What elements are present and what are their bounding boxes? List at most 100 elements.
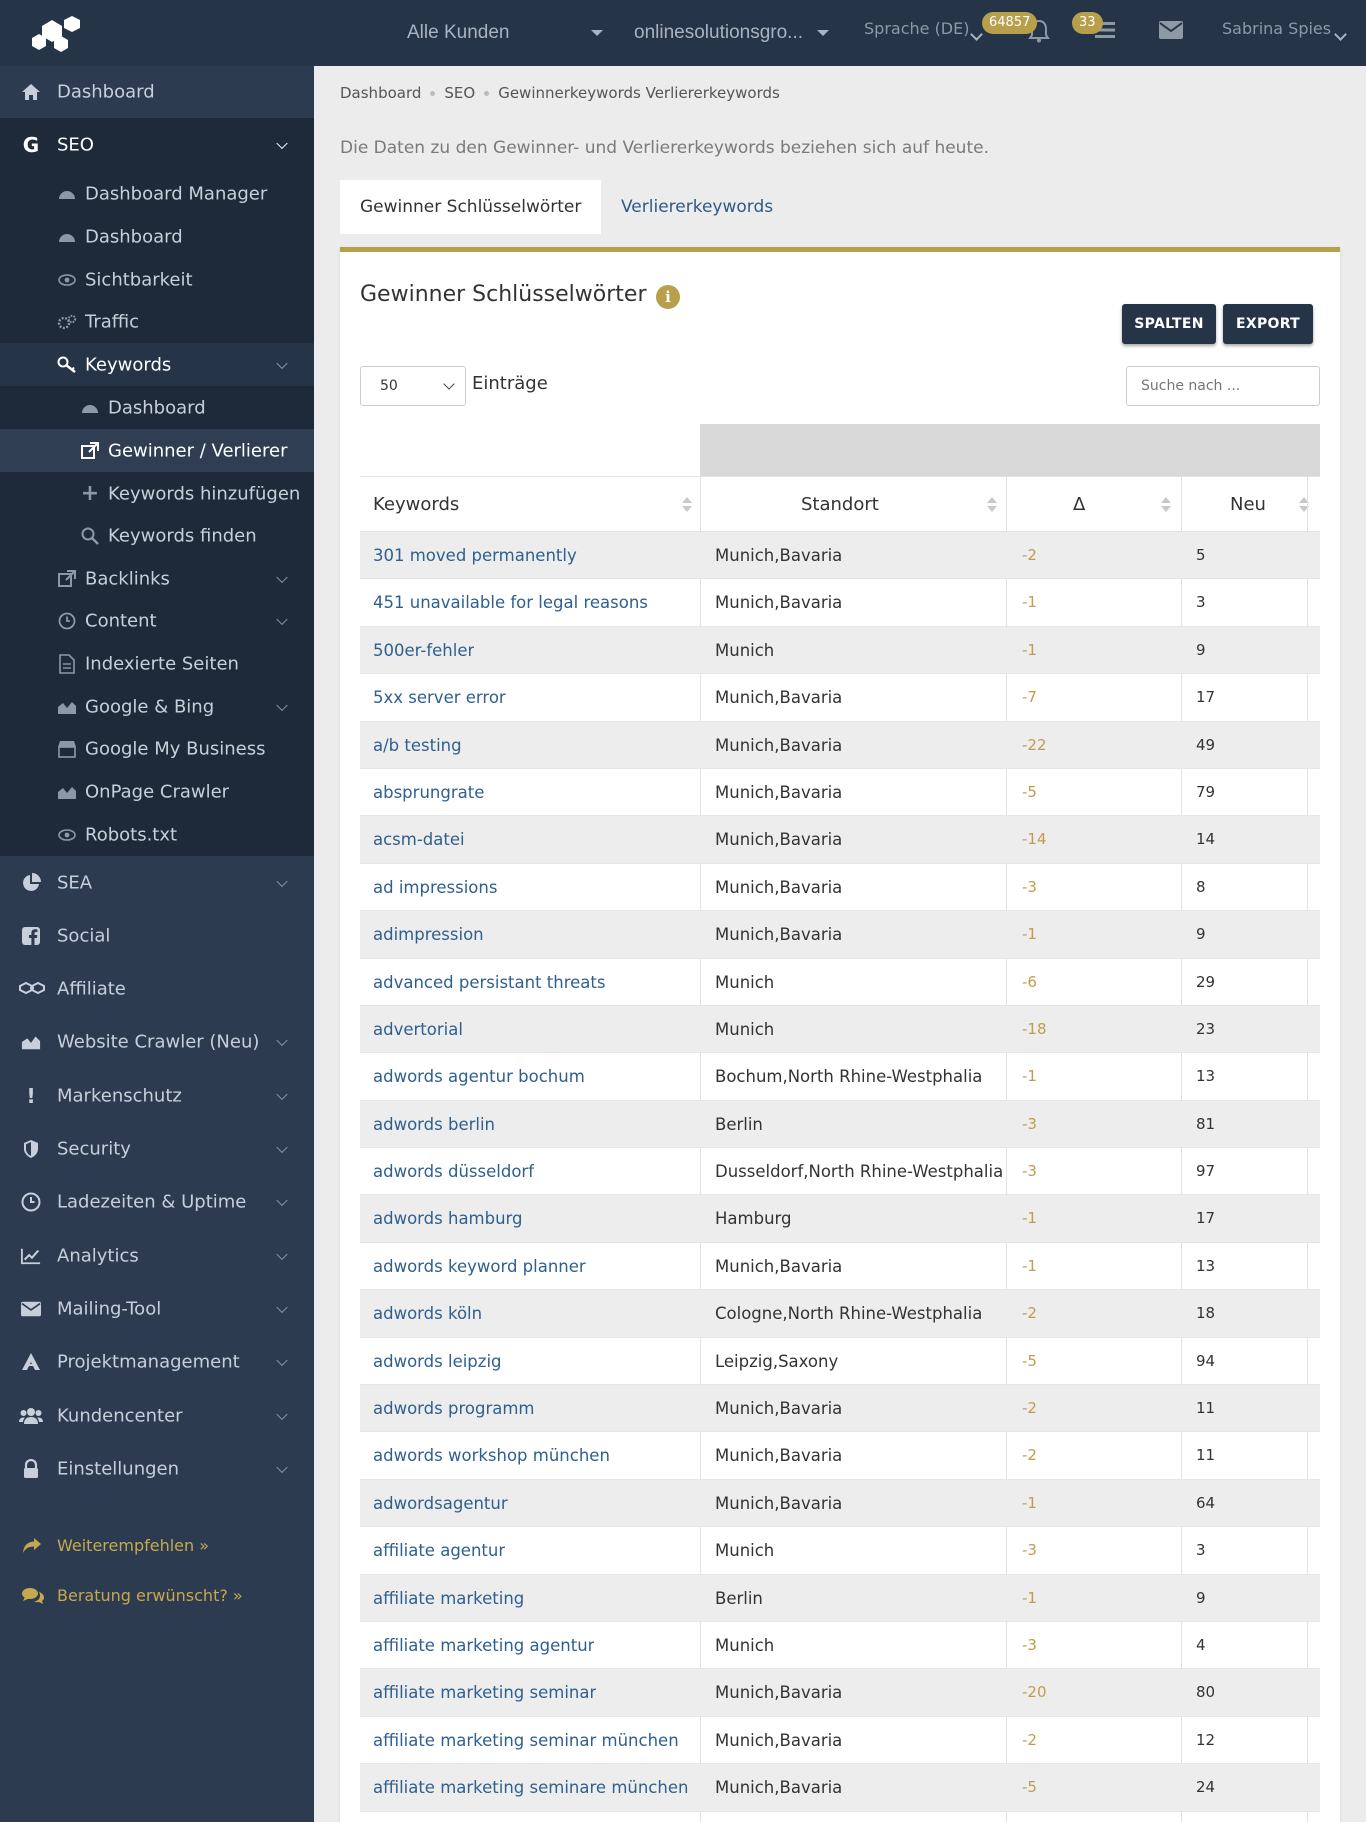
delta-cell: -2	[1022, 1304, 1037, 1323]
sidebar-item-dashboard-manager[interactable]: Dashboard Manager	[0, 172, 314, 215]
weiterempfehlen-label: Weiterempfehlen »	[57, 1536, 210, 1555]
keyword-link[interactable]: adimpression	[373, 911, 484, 958]
export-button[interactable]: EXPORT	[1223, 304, 1313, 344]
spalten-button[interactable]: SPALTEN	[1122, 304, 1216, 344]
keyword-link[interactable]: 5xx server error	[373, 674, 506, 721]
sidebar-item-kw-dashboard[interactable]: Dashboard	[0, 386, 314, 429]
keyword-link[interactable]: affiliate marketing agentur	[373, 1622, 594, 1669]
chevron-down-icon	[276, 1141, 288, 1153]
sidebar-item-affiliate[interactable]: Affiliate	[0, 962, 314, 1015]
sort-icon[interactable]	[682, 497, 692, 515]
project-select[interactable]: onlinesolutionsgro...	[634, 0, 803, 66]
sort-icon[interactable]	[987, 497, 997, 515]
sidebar-item-label: Content	[85, 610, 157, 632]
keyword-link[interactable]: adwords programm	[373, 1385, 535, 1432]
keyword-link[interactable]: adwords hamburg	[373, 1195, 523, 1242]
location-cell: Munich,Bavaria	[715, 546, 843, 565]
beratung-link[interactable]: Beratung erwünscht? »	[22, 1585, 302, 1609]
keyword-link[interactable]: adwords berlin	[373, 1101, 495, 1148]
keyword-link[interactable]: advertorial	[373, 1006, 463, 1053]
keyword-link[interactable]: adwords leipzig	[373, 1338, 502, 1385]
keyword-link[interactable]: advanced persistant threats	[373, 959, 605, 1006]
keyword-link[interactable]: affiliate marketing	[373, 1575, 524, 1622]
location-cell: Munich,Bavaria	[715, 1493, 843, 1513]
sidebar-item-content[interactable]: Content	[0, 600, 314, 642]
sidebar-item-backlinks[interactable]: Backlinks	[0, 557, 314, 600]
sidebar-item-keywords-finden[interactable]: Keywords finden	[0, 515, 314, 557]
project-select-caret-icon[interactable]	[817, 30, 829, 36]
sidebar-item-seo[interactable]: G SEO	[0, 118, 314, 172]
column-header-standort[interactable]: Standort	[801, 477, 879, 533]
keyword-link[interactable]: adwords keyword planner	[373, 1243, 586, 1290]
sidebar-item-ladezeiten[interactable]: Ladezeiten & Uptime	[0, 1175, 314, 1229]
sidebar-item-seo-dashboard[interactable]: Dashboard	[0, 215, 314, 258]
keyword-link[interactable]: affiliate agentur	[373, 1527, 505, 1574]
keyword-link[interactable]: 451 unavailable for legal reasons	[373, 579, 648, 626]
keyword-link[interactable]: affiliate marketing seminar münchen	[373, 1717, 679, 1764]
sidebar-item-onpage-crawler[interactable]: OnPage Crawler	[0, 770, 314, 813]
sidebar-item-keywords[interactable]: Keywords	[0, 343, 314, 386]
sidebar-item-mailing-tool[interactable]: Mailing-Tool	[0, 1282, 314, 1335]
breadcrumb-seo[interactable]: SEO	[444, 84, 475, 102]
keyword-link[interactable]: 500er-fehler	[373, 627, 474, 674]
table-row: a/b testing Munich,Bavaria -22 49	[360, 721, 1320, 769]
pie-chart-icon	[21, 872, 41, 893]
table-row: affiliate marketing Berlin -1 9	[360, 1574, 1320, 1622]
sidebar-item-indexierte-seiten[interactable]: Indexierte Seiten	[0, 642, 314, 685]
gauge-icon	[57, 184, 77, 204]
tab-gewinner[interactable]: Gewinner Schlüsselwörter	[340, 180, 601, 234]
user-menu-chevron-icon[interactable]	[1334, 28, 1347, 41]
breadcrumb-dashboard[interactable]: Dashboard	[340, 84, 421, 102]
sidebar-item-google-bing[interactable]: Google & Bing	[0, 685, 314, 728]
sidebar-item-sichtbarkeit[interactable]: Sichtbarkeit	[0, 258, 314, 301]
customer-select-caret-icon[interactable]	[591, 30, 603, 36]
sidebar-item-robots[interactable]: Robots.txt	[0, 813, 314, 856]
sidebar-item-label: Indexierte Seiten	[85, 653, 239, 674]
table-row: acsm-datei Munich,Bavaria -14 14	[360, 816, 1320, 864]
keyword-link[interactable]: affiliate marketing seminar	[373, 1669, 596, 1716]
sidebar-item-markenschutz[interactable]: ! Markenschutz	[0, 1069, 314, 1122]
weiterempfehlen-link[interactable]: Weiterempfehlen »	[22, 1535, 302, 1559]
sidebar-item-einstellungen[interactable]: Einstellungen	[0, 1442, 314, 1496]
column-header-neu[interactable]: Neu	[1230, 477, 1266, 533]
sidebar-item-gewinner-verlierer[interactable]: Gewinner / Verlierer	[0, 429, 314, 472]
sidebar-item-kundencenter[interactable]: Kundencenter	[0, 1389, 314, 1442]
clock-icon	[21, 1192, 41, 1212]
sidebar-item-security[interactable]: Security	[0, 1122, 314, 1175]
keyword-link[interactable]: adwordsagentur	[373, 1480, 508, 1527]
keyword-link[interactable]: a/b testing	[373, 722, 462, 769]
sidebar-item-traffic[interactable]: Traffic	[0, 301, 314, 343]
logo-icon[interactable]	[28, 14, 84, 54]
language-select[interactable]: Sprache (DE)	[864, 19, 969, 38]
keyword-link[interactable]: adwords agentur bochum	[373, 1053, 585, 1100]
chevron-down-icon	[276, 613, 288, 626]
user-menu[interactable]: Sabrina Spies	[1222, 19, 1331, 38]
sidebar-item-dashboard[interactable]: Dashboard	[0, 66, 314, 118]
sort-icon[interactable]	[1161, 497, 1171, 515]
sidebar-item-website-crawler[interactable]: Website Crawler (Neu)	[0, 1015, 314, 1069]
customer-select[interactable]: Alle Kunden	[407, 0, 509, 66]
keyword-link[interactable]: affiliate marketing seminare münchen	[373, 1764, 688, 1811]
entries-select[interactable]: 50	[360, 366, 466, 406]
column-header-keywords[interactable]: Keywords	[373, 477, 459, 533]
keyword-link[interactable]: adwords köln	[373, 1290, 482, 1337]
keyword-link[interactable]: adwords workshop münchen	[373, 1432, 610, 1479]
sidebar-item-social[interactable]: Social	[0, 909, 314, 962]
info-icon[interactable]: i	[656, 285, 680, 309]
tab-verlierer[interactable]: Verliererkeywords	[601, 180, 793, 234]
column-header-delta[interactable]: Δ	[1073, 477, 1085, 533]
search-input[interactable]	[1126, 366, 1320, 406]
keyword-link[interactable]: 301 moved permanently	[373, 532, 577, 579]
sidebar-item-sea[interactable]: SEA	[0, 856, 314, 909]
location-cell: Munich,Bavaria	[715, 830, 843, 850]
sidebar-item-projektmanagement[interactable]: Projektmanagement	[0, 1335, 314, 1389]
keyword-link[interactable]: acsm-datei	[373, 816, 465, 863]
keyword-link[interactable]: absprungrate	[373, 769, 484, 816]
sidebar-item-keywords-hinzufuegen[interactable]: + Keywords hinzufügen	[0, 472, 314, 515]
keyword-link[interactable]: ad impressions	[373, 864, 497, 911]
sidebar-item-google-my-business[interactable]: Google My Business	[0, 728, 314, 770]
sidebar-item-analytics[interactable]: Analytics	[0, 1229, 314, 1282]
mail-icon[interactable]	[1158, 20, 1184, 40]
keyword-link[interactable]: adwords düsseldorf	[373, 1148, 534, 1195]
language-chevron-icon[interactable]	[970, 28, 983, 41]
